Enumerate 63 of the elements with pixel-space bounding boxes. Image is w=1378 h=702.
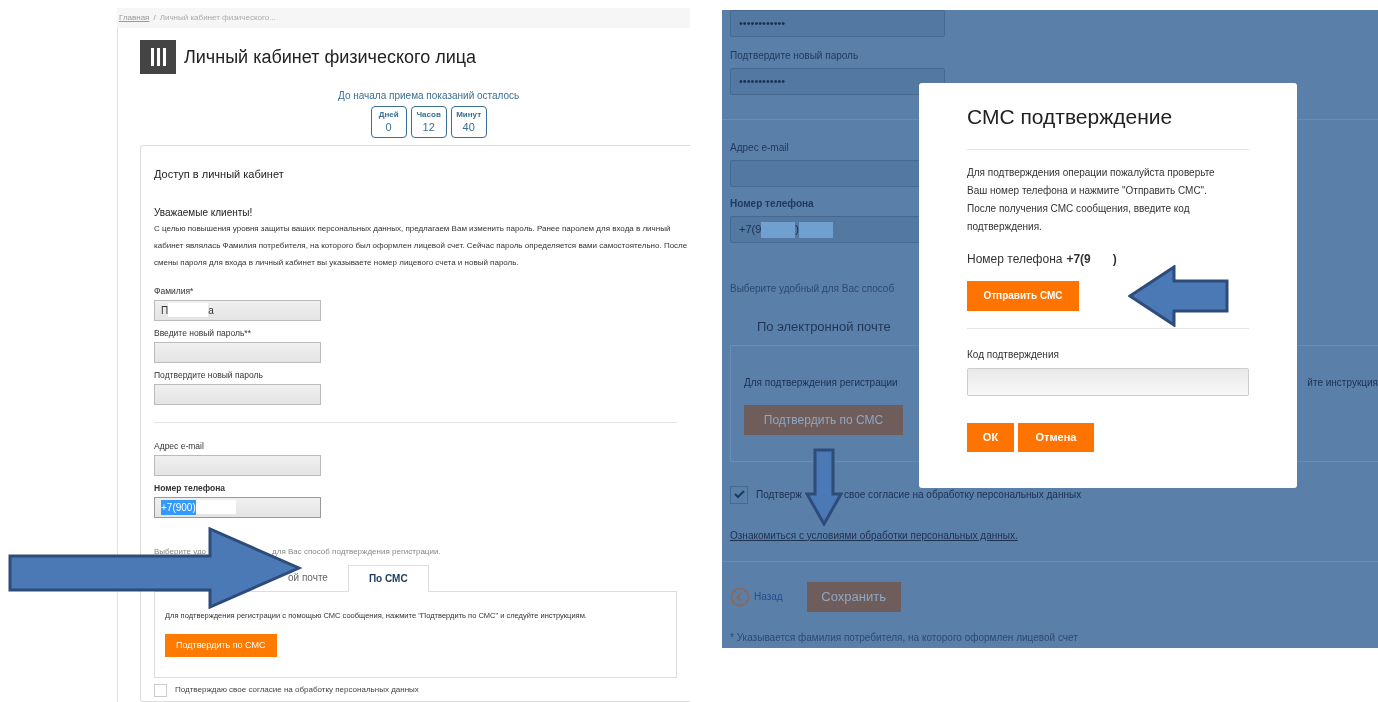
code-label: Код подтверждения: [967, 347, 1060, 362]
cancel-button[interactable]: Отмена: [1018, 422, 1094, 452]
field-label: Подтвердите новый пароль: [154, 368, 263, 381]
field-label: Номер телефона: [730, 197, 814, 211]
back-icon: [730, 586, 750, 607]
send-sms-button[interactable]: Отправить СМС: [967, 280, 1079, 311]
check-icon: [733, 490, 745, 499]
ok-button[interactable]: ОК: [967, 422, 1014, 452]
logo-icon: [140, 40, 176, 74]
field-label: Фамилия*: [154, 284, 194, 297]
tab[interactable]: По СМС: [347, 564, 429, 592]
countdown-value: 40: [462, 120, 475, 134]
block-arrow-icon: [805, 448, 843, 526]
phone-label: Номер телефона: [967, 250, 1063, 268]
redaction-block: [799, 221, 833, 238]
input-field[interactable]: +7(900): [154, 496, 321, 518]
consent-label: свое согласие на обработку персональных данных: [843, 488, 1082, 502]
confirm-sms-button[interactable]: Подтвердить по СМС: [165, 633, 277, 657]
checkbox[interactable]: [730, 485, 748, 504]
breadcrumb-link[interactable]: Главная: [119, 12, 150, 24]
field-label: Введите новый пароль**: [154, 326, 251, 339]
field-label: Подтвердите новый пароль: [730, 49, 859, 63]
redaction-block: [168, 303, 209, 317]
input-field[interactable]: ••••••••••••: [730, 10, 945, 37]
countdown-unit: Минут: [456, 110, 482, 120]
card-heading: Доступ в личный кабинет: [154, 167, 285, 182]
save-button[interactable]: Сохранить: [806, 581, 901, 612]
terms-link[interactable]: Ознакомиться с условиями обработки персональных данных.: [730, 527, 1018, 543]
dialog-text: Для подтверждения операции пожалуйста проверьте Ваш номер телефона и нажмите "Отправить СМС". После получения СМС сообщения, введите код подтверждения.: [967, 165, 1216, 234]
confirm-sms-button[interactable]: Подтвердить по СМС: [744, 404, 903, 435]
input-field[interactable]: [154, 454, 321, 476]
countdown-unit: Часов: [416, 110, 441, 120]
countdown-value: 12: [422, 120, 435, 134]
redaction-block: [761, 221, 796, 238]
input-field[interactable]: ••••••••••••: [730, 68, 945, 95]
phone-number: +7(9 ): [1066, 250, 1117, 268]
block-arrow-icon: [8, 527, 302, 609]
consent-label: Подтверждаю свое согласие на обработку персональных данных: [175, 684, 419, 697]
tab[interactable]: ой почте: [288, 563, 328, 591]
code-input-field[interactable]: [967, 367, 1249, 396]
sms-hint: Для подтверждения регистрации: [744, 375, 898, 390]
redaction-block: [195, 500, 236, 514]
input-field[interactable]: П а: [154, 299, 321, 321]
back-link[interactable]: Назад: [730, 586, 783, 607]
field-label: Номер телефона: [154, 481, 226, 494]
sms-hint: йте инструкция: [1307, 375, 1378, 390]
field-label: Адрес e-mail: [154, 439, 204, 452]
method-hint: для Вас способ подтверждения регистрации.: [272, 545, 441, 558]
input-field[interactable]: [154, 341, 321, 363]
consent-label: Подтверж: [756, 488, 802, 502]
breadcrumb-separator: /: [153, 12, 156, 24]
countdown-caption: До начала приема показаний осталось: [338, 89, 520, 103]
dialog-title: СМС подтверждение: [967, 104, 1174, 130]
breadcrumb-current: Личный кабинет физического...: [159, 12, 276, 24]
input-field[interactable]: [154, 383, 321, 405]
field-label: Адрес e-mail: [730, 141, 789, 155]
notice-text: С целью повышения уровня защиты ваших персональных данных, предлагаем Вам изменить пароль. Ранее паролем для входа в личный кабинет являлась Фамилия потребителя, на которого был оформлен лицевой счет. Сейчас пароль определяется вами самостоятельно. После смены пароля для входа в личный кабинет вы указываете номер лицевого счета и новый пароль.: [154, 222, 689, 269]
countdown-value: 0: [385, 120, 392, 134]
tab[interactable]: По электронной почте: [757, 317, 891, 337]
notice-title: Уважаемые клиенты!: [154, 205, 254, 220]
countdown-unit: Дней: [378, 110, 399, 120]
block-arrow-icon: [1128, 265, 1229, 327]
page-title: Личный кабинет физического лица: [184, 45, 477, 69]
